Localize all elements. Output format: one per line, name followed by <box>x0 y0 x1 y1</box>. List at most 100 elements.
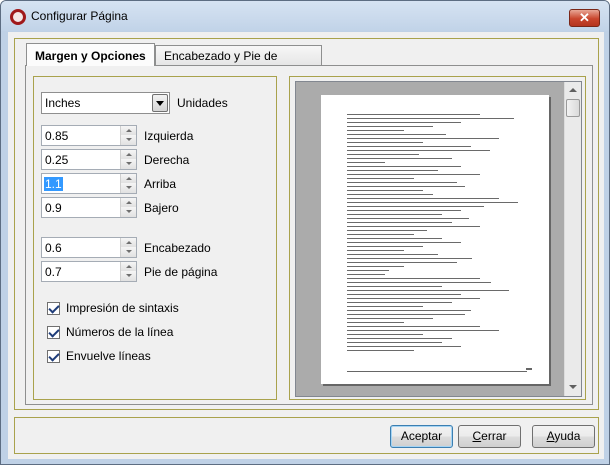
window-title: Configurar Página <box>31 9 128 23</box>
preview-text-line <box>347 198 499 199</box>
preview-text-line <box>347 230 427 231</box>
preview-text-line <box>347 194 433 195</box>
close-window-button[interactable]: ✕ <box>569 9 600 27</box>
syntax-print-label[interactable]: Impresión de sintaxis <box>66 301 179 315</box>
header-margin-label: Encabezado <box>144 241 211 255</box>
scroll-thumb[interactable] <box>566 99 580 117</box>
preview-text-line <box>347 278 480 279</box>
preview-text-line <box>347 114 480 115</box>
tabs-frame: Margen y Opciones Encabezado y Pie de pá… <box>14 38 599 410</box>
preview-text-line <box>347 166 461 167</box>
preview-text-line <box>347 238 442 239</box>
preview-text-line <box>347 174 480 175</box>
preview-text-lines <box>347 114 537 354</box>
syntax-print-checkbox[interactable] <box>47 302 60 315</box>
right-margin-label: Derecha <box>144 153 190 167</box>
header-margin-stepper[interactable]: 0.6 <box>41 237 137 258</box>
wrap-lines-checkbox[interactable] <box>47 350 60 363</box>
units-combobox[interactable]: Inches <box>41 92 170 114</box>
dialog-client: Margen y Opciones Encabezado y Pie de pá… <box>8 32 604 459</box>
preview-text-line <box>347 294 461 295</box>
preview-footer-line <box>347 371 527 372</box>
preview-text-line <box>347 338 452 339</box>
tab-page-margins: Inches Unidades 0.85 Izquierda 0.25 Dere… <box>25 65 593 405</box>
preview-text-line <box>347 146 471 147</box>
preview-text-line <box>347 250 404 251</box>
spin-down-icon[interactable] <box>120 207 136 217</box>
left-margin-stepper[interactable]: 0.85 <box>41 125 137 146</box>
left-margin-value[interactable]: 0.85 <box>45 129 68 143</box>
preview-text-line <box>347 330 499 331</box>
units-value: Inches <box>45 96 81 110</box>
preview-text-line <box>347 322 404 323</box>
chevron-down-icon[interactable] <box>152 94 168 112</box>
top-margin-label: Arriba <box>144 177 177 191</box>
tab-margins-options[interactable]: Margen y Opciones <box>26 43 155 66</box>
preview-text-line <box>347 314 465 315</box>
preview-text-line <box>347 326 480 327</box>
preview-text-line <box>347 158 452 159</box>
preview-text-line <box>347 306 423 307</box>
preview-text-line <box>347 350 414 351</box>
right-margin-stepper[interactable]: 0.25 <box>41 149 137 170</box>
preview-text-line <box>347 186 465 187</box>
top-margin-stepper[interactable]: 1.1 <box>41 173 137 194</box>
scroll-down-icon[interactable] <box>565 379 581 396</box>
accept-button[interactable]: Aceptar <box>390 425 453 448</box>
scroll-up-icon[interactable] <box>565 82 581 99</box>
preview-text-line <box>347 342 442 343</box>
preview-text-line <box>347 138 499 139</box>
line-numbers-label[interactable]: Números de la línea <box>66 325 173 339</box>
right-margin-value[interactable]: 0.25 <box>45 153 68 167</box>
preview-text-line <box>347 266 404 267</box>
close-button[interactable]: Cerrar <box>458 425 521 448</box>
bottom-margin-stepper[interactable]: 0.9 <box>41 197 137 218</box>
spin-down-icon[interactable] <box>120 159 136 169</box>
spin-down-icon[interactable] <box>120 135 136 145</box>
preview-text-line <box>347 202 518 203</box>
tab-header-footer[interactable]: Encabezado y Pie de página <box>155 45 322 77</box>
preview-text-line <box>347 178 414 179</box>
preview-page-number <box>526 368 532 370</box>
preview-text-line <box>347 206 484 207</box>
preview-text-line <box>347 150 490 151</box>
left-margin-label: Izquierda <box>144 129 194 143</box>
footer-margin-value[interactable]: 0.7 <box>45 265 62 279</box>
preview-scrollbar[interactable] <box>564 82 581 396</box>
preview-text-line <box>347 130 404 131</box>
header-margin-value[interactable]: 0.6 <box>45 241 62 255</box>
preview-text-line <box>347 318 433 319</box>
wrap-lines-label[interactable]: Envuelve líneas <box>66 349 151 363</box>
bottom-margin-value[interactable]: 0.9 <box>45 201 62 215</box>
preview-text-line <box>347 122 461 123</box>
top-margin-value[interactable]: 1.1 <box>44 177 63 191</box>
preview-page <box>321 95 549 384</box>
preview-text-line <box>347 310 471 311</box>
preview-text-line <box>347 142 423 143</box>
spin-down-icon[interactable] <box>120 271 136 281</box>
close-mnemonic: C <box>472 429 482 443</box>
preview-text-line <box>347 210 461 211</box>
preview-text-line <box>347 282 492 283</box>
line-numbers-checkbox[interactable] <box>47 326 60 339</box>
preview-text-line <box>347 346 461 347</box>
spin-down-icon[interactable] <box>120 183 136 193</box>
preview-text-line <box>347 302 452 303</box>
preview-text-line <box>347 222 452 223</box>
options-panel: Inches Unidades 0.85 Izquierda 0.25 Dere… <box>33 76 277 400</box>
preview-text-line <box>347 226 480 227</box>
footer-margin-stepper[interactable]: 0.7 <box>41 261 137 282</box>
button-bar: Aceptar Cerrar Ayuda <box>14 417 599 454</box>
preview-text-line <box>347 270 389 271</box>
preview-text-line <box>347 218 469 219</box>
help-button[interactable]: Ayuda <box>532 425 595 448</box>
bottom-margin-label: Bajero <box>144 201 179 215</box>
preview-text-line <box>347 214 442 215</box>
title-bar[interactable]: Configurar Página ✕ <box>1 1 609 31</box>
spin-down-icon[interactable] <box>120 247 136 257</box>
preview-text-line <box>347 258 473 259</box>
close-label-rest: errar <box>481 429 507 443</box>
preview-text-line <box>347 334 423 335</box>
page-preview[interactable] <box>295 81 582 397</box>
preview-text-line <box>347 234 414 235</box>
